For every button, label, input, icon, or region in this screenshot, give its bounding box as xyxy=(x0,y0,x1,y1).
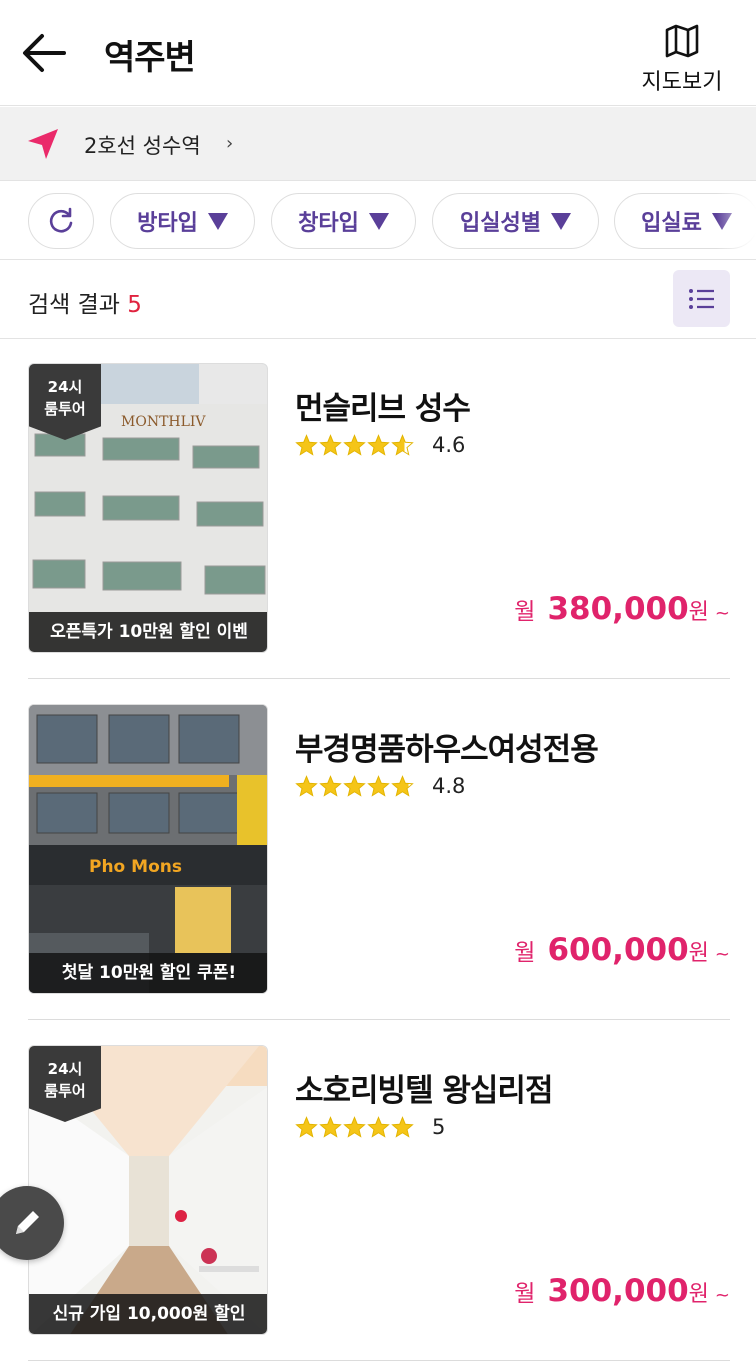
star-icon xyxy=(343,433,366,456)
map-view-button[interactable]: 지도보기 xyxy=(632,24,732,96)
result-summary: 검색 결과 5 xyxy=(28,285,142,319)
building-photo: Pho Mons xyxy=(29,705,267,993)
triangle-down-icon xyxy=(550,212,571,230)
refresh-filter-button[interactable] xyxy=(28,193,94,249)
pencil-icon xyxy=(16,1211,39,1234)
star-icon xyxy=(319,433,342,456)
star-icon xyxy=(319,1115,342,1138)
price-suffix: 원 xyxy=(688,600,709,625)
price-tilde: ~ xyxy=(714,1285,730,1306)
star-icon xyxy=(367,774,390,797)
result-summary-bar: 검색 결과 5 xyxy=(0,261,756,339)
star-icon xyxy=(295,774,318,797)
price-suffix: 원 xyxy=(688,1282,709,1307)
listing-card[interactable]: Pho Mons 첫달 10만원 할인 쿠폰! 부경명품하우스여성전용 4.8 … xyxy=(28,680,730,1020)
star-rating xyxy=(295,433,414,457)
promo-banner: 신규 가입 10,000원 할인 xyxy=(29,1294,267,1334)
scroll-fade xyxy=(716,182,756,259)
star-icon xyxy=(391,433,414,456)
map-view-label: 지도보기 xyxy=(641,70,723,95)
star-icon xyxy=(391,1115,414,1138)
star-rating xyxy=(295,774,414,798)
listing-card[interactable]: 24시 룸투어 신규 가입 10,000원 할인 소호리빙텔 왕십리점 5 월3… xyxy=(28,1021,730,1361)
refresh-icon xyxy=(49,207,73,233)
star-icon xyxy=(367,1115,390,1138)
filter-gender[interactable]: 입실성별 xyxy=(432,193,599,249)
listing-photo[interactable]: 24시 룸투어 신규 가입 10,000원 할인 xyxy=(28,1045,268,1335)
price-tilde: ~ xyxy=(714,944,730,965)
rating-row: 5 xyxy=(295,1115,445,1139)
building-sign-text: Pho Mons xyxy=(89,857,182,877)
room-tour-badge: 24시 룸투어 xyxy=(29,1046,101,1122)
filter-label: 창타입 xyxy=(298,211,359,236)
star-icon xyxy=(295,1115,318,1138)
room-tour-badge: 24시 룸투어 xyxy=(29,364,101,440)
star-icon xyxy=(319,774,342,797)
list-view-toggle[interactable] xyxy=(673,270,730,327)
star-rating xyxy=(295,1115,414,1139)
app-header: 역주변 지도보기 xyxy=(0,0,756,106)
price-value: 380,000 xyxy=(547,591,689,627)
chevron-right-icon: › xyxy=(226,133,234,154)
back-button[interactable] xyxy=(20,30,70,76)
filter-label: 입실성별 xyxy=(460,211,541,236)
star-icon xyxy=(343,774,366,797)
star-icon xyxy=(295,433,318,456)
result-count: 5 xyxy=(127,292,142,318)
arrow-left-icon xyxy=(23,34,66,72)
price: 월 600,000원 ~ xyxy=(514,932,730,968)
result-label: 검색 결과 xyxy=(28,292,120,318)
price: 월 380,000원 ~ xyxy=(514,591,730,627)
star-icon xyxy=(391,774,414,797)
listing-photo[interactable]: Pho Mons 첫달 10만원 할인 쿠폰! xyxy=(28,704,268,994)
triangle-down-icon xyxy=(207,212,228,230)
filter-label: 입실료 xyxy=(641,211,702,236)
rating-row: 4.8 xyxy=(295,774,465,798)
price: 월 300,000원 ~ xyxy=(514,1273,730,1309)
navigation-arrow-icon xyxy=(28,129,58,159)
price-suffix: 원 xyxy=(688,941,709,966)
filter-room-type[interactable]: 방타입 xyxy=(110,193,255,249)
star-icon xyxy=(343,1115,366,1138)
filter-window-type[interactable]: 창타입 xyxy=(271,193,416,249)
rating-value: 4.6 xyxy=(432,433,466,457)
rating-row: 4.6 xyxy=(295,433,465,457)
triangle-down-icon xyxy=(368,212,389,230)
listing-name[interactable]: 소호리빙텔 왕십리점 xyxy=(295,1065,553,1110)
location-bar[interactable]: 2호선 성수역 › xyxy=(0,107,756,181)
listing-photo[interactable]: MONTHLIV 24시 룸투어 오픈특가 10만원 할인 이벤 xyxy=(28,363,268,653)
price-tilde: ~ xyxy=(714,603,730,624)
price-prefix: 월 xyxy=(514,940,536,966)
building-sign-text: MONTHLIV xyxy=(121,414,206,430)
badge-line: 룸투어 xyxy=(44,400,86,418)
location-text: 2호선 성수역 xyxy=(84,134,201,158)
promo-banner: 첫달 10만원 할인 쿠폰! xyxy=(29,953,267,993)
page-title: 역주변 xyxy=(104,38,196,78)
list-icon xyxy=(688,288,714,309)
price-prefix: 월 xyxy=(514,1281,536,1307)
badge-line: 룸투어 xyxy=(44,1082,86,1100)
rating-value: 4.8 xyxy=(432,774,466,798)
listing-card[interactable]: MONTHLIV 24시 룸투어 오픈특가 10만원 할인 이벤 먼슬리브 성수… xyxy=(28,339,730,679)
badge-line: 24시 xyxy=(47,378,83,396)
map-icon xyxy=(665,24,699,58)
listing-name[interactable]: 먼슬리브 성수 xyxy=(295,383,471,428)
filter-label: 방타입 xyxy=(137,211,198,236)
rating-value: 5 xyxy=(432,1115,446,1139)
star-icon xyxy=(367,433,390,456)
badge-line: 24시 xyxy=(47,1060,83,1078)
price-value: 600,000 xyxy=(547,932,689,968)
price-prefix: 월 xyxy=(514,599,536,625)
price-value: 300,000 xyxy=(547,1273,689,1309)
filter-bar: 방타입 창타입 입실성별 입실료 xyxy=(0,182,756,260)
listing-name[interactable]: 부경명품하우스여성전용 xyxy=(295,724,599,769)
promo-banner: 오픈특가 10만원 할인 이벤 xyxy=(29,612,267,652)
